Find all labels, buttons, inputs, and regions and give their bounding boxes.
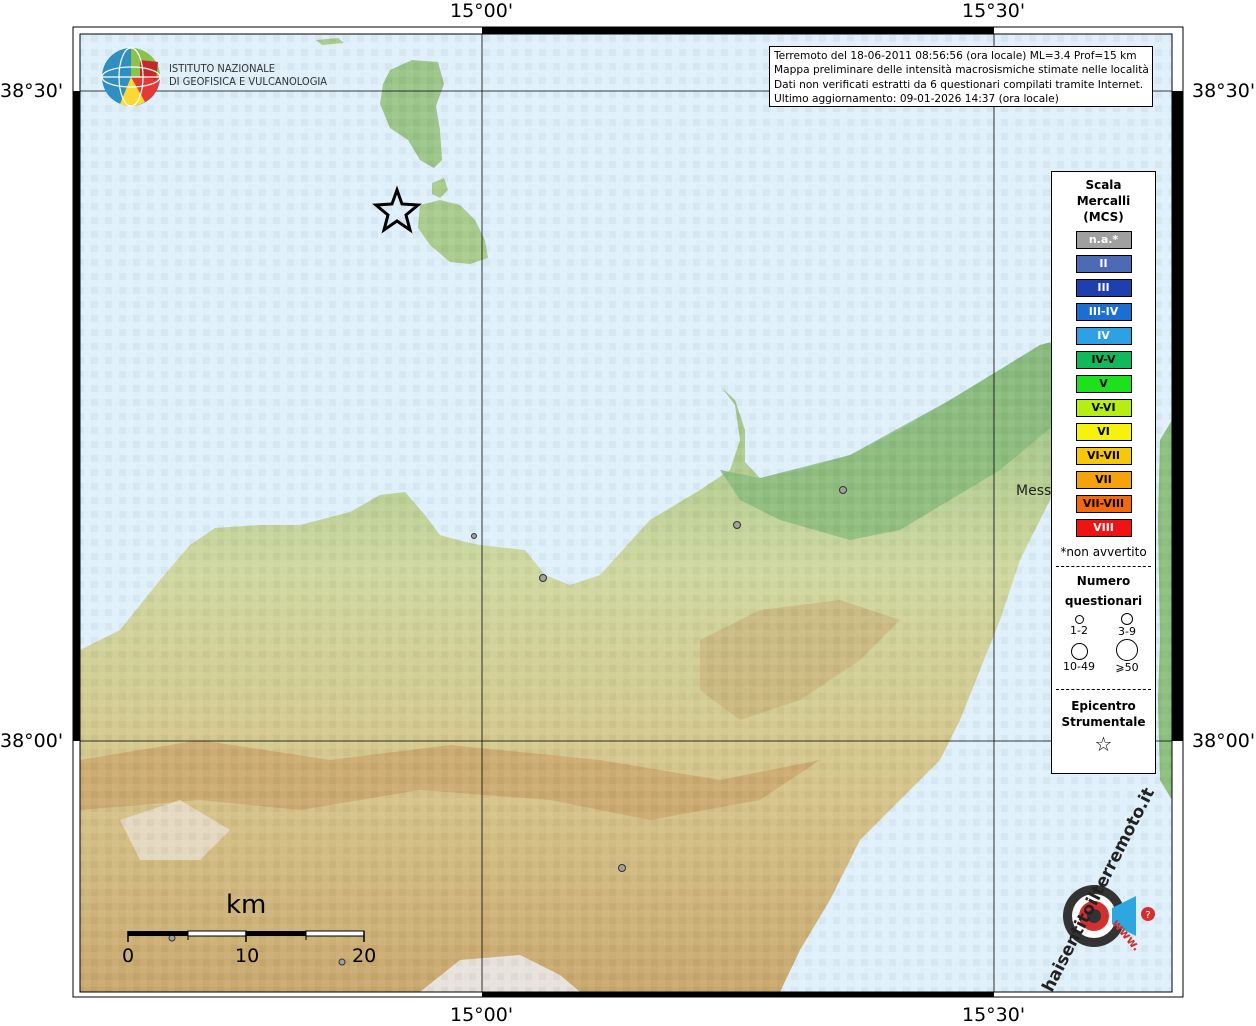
intensity-scale-item: V-VI: [1075, 399, 1132, 417]
ingv-name-line1: ISTITUTO NAZIONALE: [169, 62, 276, 75]
right-lat-label: 38°00': [1192, 730, 1256, 752]
epicenter-title-line: Strumentale: [1061, 715, 1146, 729]
intensity-scale-item: III: [1075, 279, 1132, 297]
scalebar-tick-label: 0: [122, 945, 135, 967]
intensity-scale-item: II: [1075, 255, 1132, 273]
q-size-label: 3-9: [1118, 625, 1136, 638]
q-circle-icon: [1116, 639, 1138, 661]
epicenter-legend-star-icon: ☆: [1094, 732, 1113, 756]
scalebar-title: km: [226, 890, 267, 920]
intensity-scale-item: VI-VII: [1075, 447, 1132, 465]
q-size-item: 1-2: [1054, 615, 1104, 637]
q-size-label: ⩾50: [1115, 661, 1139, 674]
legend-panel: Scala Mercalli (MCS) n.a.* II III III-IV IV I…: [1051, 171, 1156, 774]
legend-title-line: Scala: [1085, 178, 1122, 192]
event-info-box: Terremoto del 18-06-2011 08:56:56 (ora l…: [769, 46, 1153, 107]
intensity-scale-list: n.a.* II III III-IV IV IV-V V V-VI VI VI-VII VII VI…: [1052, 231, 1155, 537]
bottom-lon-label: 15°30': [962, 1004, 1026, 1026]
epicenter-title-line: Epicentro: [1071, 699, 1136, 713]
observation-point[interactable]: [618, 864, 626, 872]
intensity-scale-item: VII: [1075, 471, 1132, 489]
observation-point[interactable]: [539, 574, 547, 582]
ingv-logo-icon: [101, 47, 161, 107]
top-lon-label: 15°30': [962, 0, 1026, 22]
legend-divider: [1056, 689, 1151, 690]
intensity-scale-item: IV-V: [1075, 351, 1132, 369]
top-lon-label: 15°00': [450, 0, 514, 22]
q-circle-icon: [1070, 643, 1088, 660]
event-info-line: Ultimo aggiornamento: 09-01-2026 14:37 (…: [774, 92, 1059, 105]
intensity-scale-item: VII-VIII: [1075, 495, 1132, 513]
legend-divider: [1056, 566, 1151, 567]
observation-point[interactable]: [471, 533, 477, 539]
bottom-lon-label: 15°00': [450, 1004, 514, 1026]
scalebar-tick-label: 20: [352, 945, 377, 967]
observation-point[interactable]: [839, 486, 847, 494]
questionnaires-title: Numero questionari: [1052, 571, 1155, 611]
q-size-item: 3-9: [1102, 613, 1152, 638]
event-info-line: Mappa preliminare delle intensità macros…: [774, 64, 1148, 77]
event-info-line: Dati non verificati estratti da 6 questi…: [774, 78, 1144, 91]
q-circle-icon: [1121, 613, 1133, 625]
ingv-name: ISTITUTO NAZIONALE DI GEOFISICA E VULCAN…: [169, 62, 327, 88]
questionnaires-title-line: questionari: [1064, 594, 1143, 608]
q-size-label: 1-2: [1070, 624, 1088, 637]
scalebar-tick-label: 10: [235, 945, 260, 967]
q-size-item: ⩾50: [1102, 639, 1152, 674]
intensity-scale-item: V: [1075, 375, 1132, 393]
place-label-messina: Mess: [1016, 483, 1052, 499]
questionnaires-title-line: Numero: [1076, 574, 1131, 588]
ingv-name-line2: DI GEOFISICA E VULCANOLOGIA: [169, 75, 328, 88]
q-size-label: 10-49: [1063, 660, 1095, 673]
questionnaire-size-legend: 1-2 3-9 10-49 ⩾50: [1052, 611, 1155, 689]
left-lat-label: 38°00': [0, 730, 64, 752]
legend-title-line: Mercalli: [1076, 194, 1131, 208]
legend-note: *non avvertito: [1060, 545, 1147, 559]
intensity-scale-item: IV: [1075, 327, 1132, 345]
intensity-scale-item: III-IV: [1075, 303, 1132, 321]
legend-title: Scala Mercalli (MCS): [1052, 177, 1155, 225]
q-circle-icon: [1074, 615, 1084, 624]
q-size-item: 10-49: [1054, 643, 1104, 673]
svg-text:?: ?: [1145, 910, 1150, 921]
left-lat-label: 38°30': [0, 80, 64, 102]
observation-point[interactable]: [733, 521, 741, 529]
intensity-scale-item: VIII: [1075, 519, 1132, 537]
intensity-scale-item: VI: [1075, 423, 1132, 441]
observation-point[interactable]: [338, 958, 346, 966]
right-lat-label: 38°30': [1192, 80, 1256, 102]
intensity-scale-item: n.a.*: [1075, 231, 1132, 249]
event-info-line: Terremoto del 18-06-2011 08:56:56 (ora l…: [774, 50, 1137, 62]
legend-title-line: (MCS): [1083, 210, 1124, 224]
epicenter-title: Epicentro Strumentale: [1052, 698, 1155, 730]
